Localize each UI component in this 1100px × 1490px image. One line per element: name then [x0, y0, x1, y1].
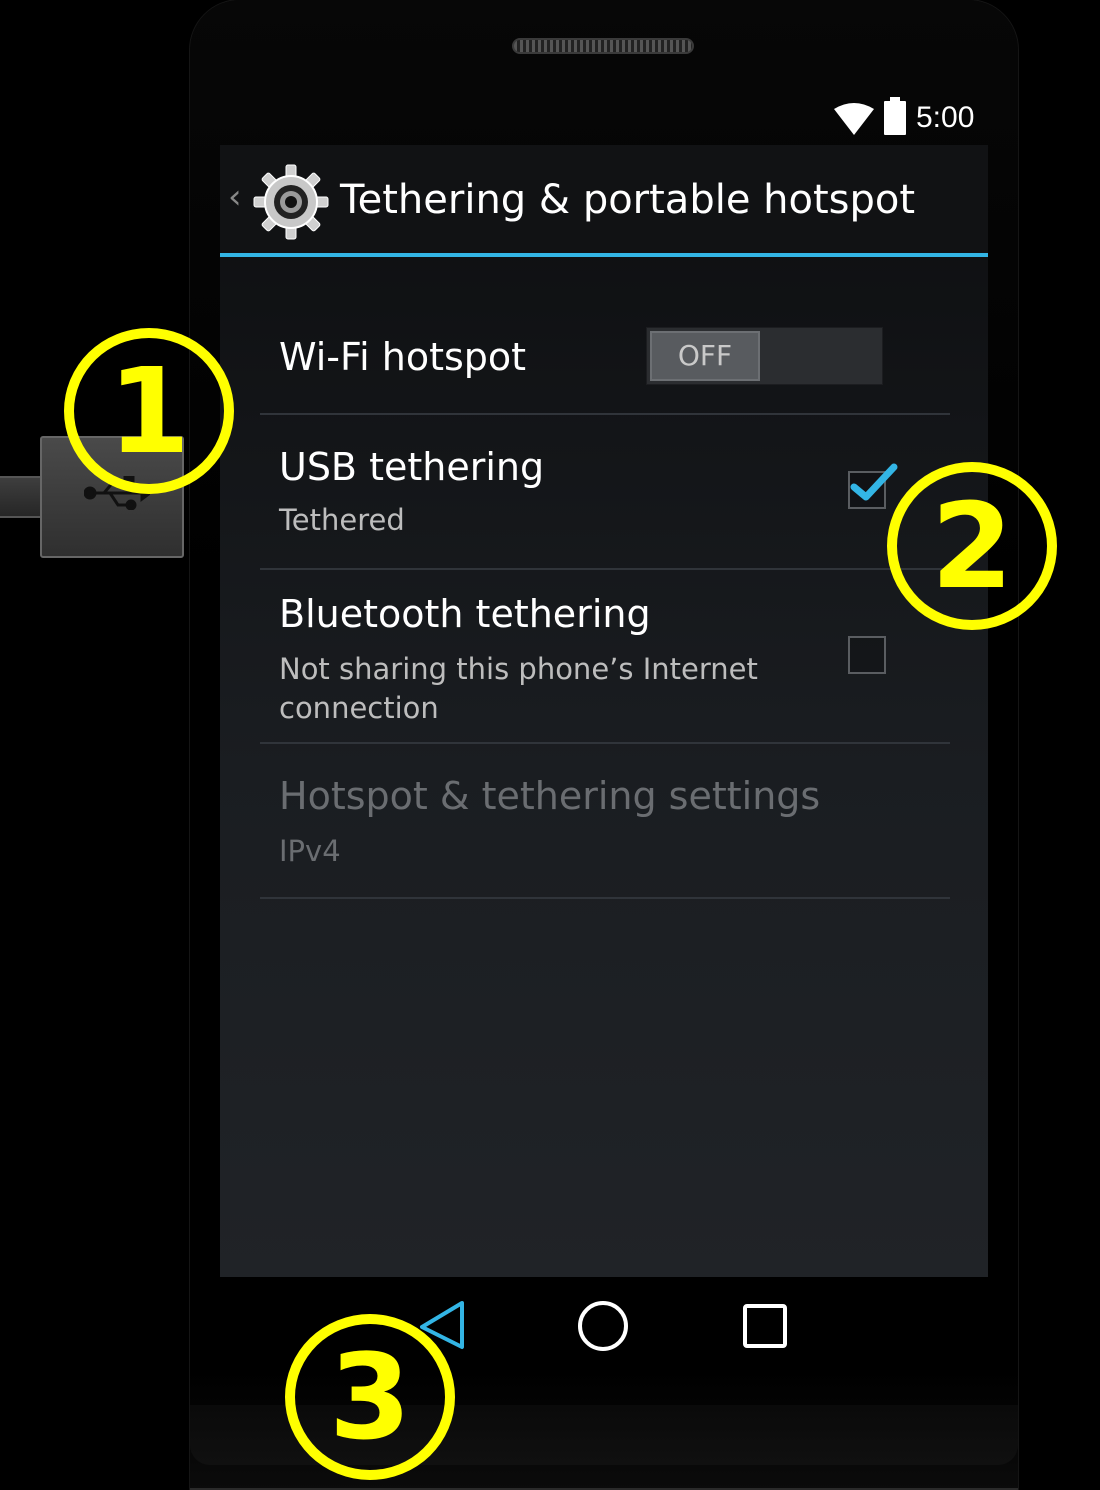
checkmark-icon — [850, 463, 898, 501]
wifi-icon — [834, 103, 874, 135]
recents-icon[interactable] — [742, 1303, 788, 1349]
settings-screen: ‹ Tethering & portable hotspot Wi-Fi hot… — [220, 145, 988, 1277]
callout-3: 3 — [285, 1314, 455, 1480]
usb-tethering-summary: Tethered — [279, 503, 405, 537]
usb-tethering-checkbox[interactable] — [848, 463, 898, 509]
usb-tethering-title: USB tethering — [279, 445, 545, 489]
bluetooth-tethering-checkbox[interactable] — [848, 636, 886, 674]
wifi-hotspot-toggle[interactable]: OFF — [646, 327, 883, 385]
page-title: Tethering & portable hotspot — [340, 177, 916, 223]
setting-row-usb-tethering[interactable]: USB tethering Tethered — [260, 415, 950, 570]
speaker-grille — [512, 38, 694, 54]
wifi-hotspot-title: Wi-Fi hotspot — [279, 335, 527, 379]
toggle-thumb: OFF — [650, 331, 760, 381]
up-caret-icon[interactable]: ‹ — [228, 177, 242, 217]
settings-gear-icon[interactable] — [252, 163, 330, 241]
hotspot-settings-title: Hotspot & tethering settings — [279, 774, 821, 818]
hotspot-settings-summary: IPv4 — [279, 834, 341, 868]
usb-cable — [0, 476, 44, 518]
setting-row-wifi-hotspot[interactable]: Wi-Fi hotspot OFF — [260, 303, 950, 415]
callout-2: 2 — [887, 462, 1057, 630]
status-bar: 5:00 — [220, 95, 988, 145]
status-clock: 5:00 — [916, 101, 975, 134]
home-icon[interactable] — [576, 1299, 630, 1353]
setting-row-hotspot-settings: Hotspot & tethering settings IPv4 — [260, 744, 950, 899]
callout-1: 1 — [64, 328, 234, 494]
setting-row-bluetooth-tethering[interactable]: Bluetooth tethering Not sharing this pho… — [260, 570, 950, 744]
bluetooth-tethering-title: Bluetooth tethering — [279, 592, 651, 636]
action-bar: ‹ Tethering & portable hotspot — [220, 145, 988, 257]
battery-icon — [884, 97, 906, 135]
bluetooth-tethering-summary: Not sharing this phone’s Internet connec… — [279, 652, 758, 725]
